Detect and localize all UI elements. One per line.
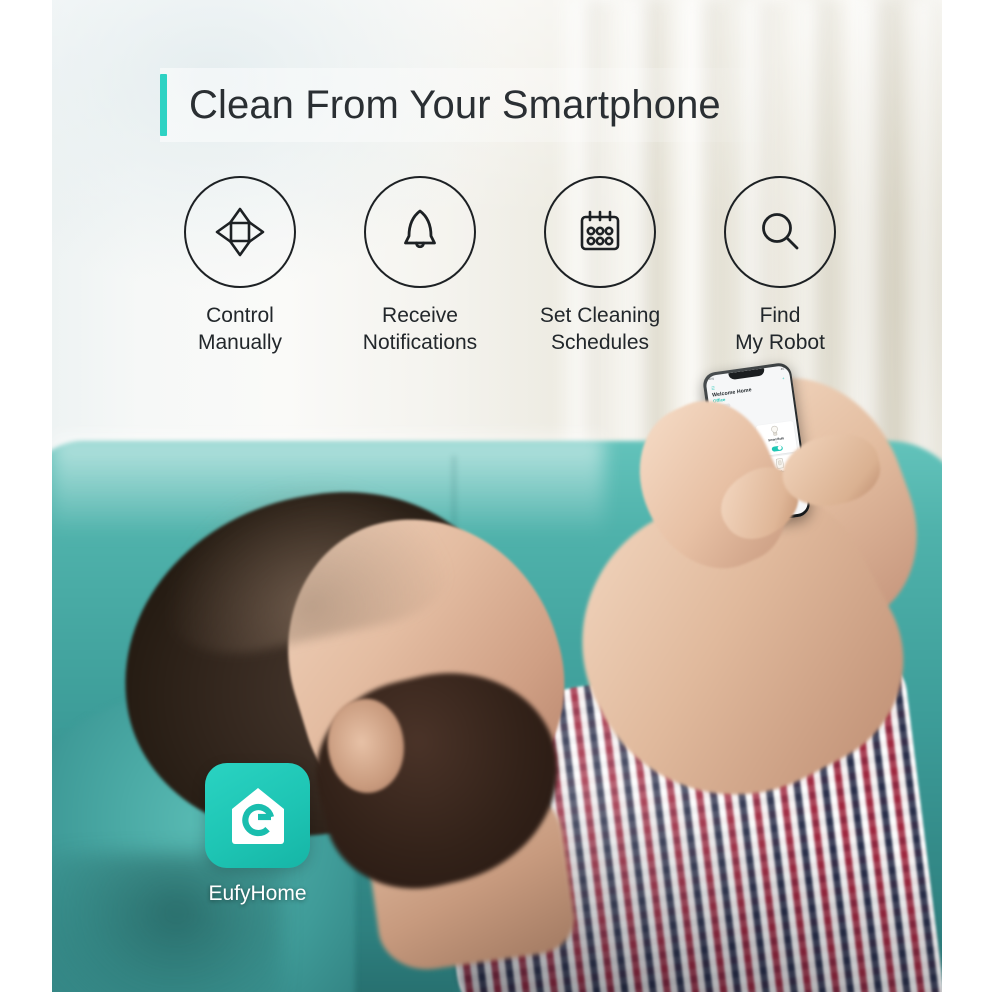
feature-label-line1: Control (206, 304, 274, 327)
feature-label-line1: Set Cleaning (539, 304, 661, 327)
feature-set-cleaning-schedules[interactable]: Set Cleaning Schedules (520, 176, 680, 357)
page-title: Clean From Your Smartphone (189, 82, 721, 127)
feature-label-line2: Manually (197, 331, 283, 355)
feature-label: Control Manually (198, 302, 282, 357)
feature-receive-notifications[interactable]: Receive Notifications (340, 176, 500, 357)
app-badge[interactable]: EufyHome (205, 763, 310, 906)
feature-row: Control Manually Receive Notifications S… (160, 176, 860, 357)
feature-icon-circle (184, 176, 296, 288)
feature-icon-circle (724, 176, 836, 288)
bell-icon (404, 209, 436, 249)
app-badge-label: EufyHome (208, 882, 307, 905)
feature-label-line1: Receive (382, 304, 458, 327)
feature-icon-circle (544, 176, 656, 288)
device-state: On (775, 441, 779, 445)
headline-block: Clean From Your Smartphone (160, 68, 781, 142)
add-device-icon[interactable]: + (782, 376, 785, 381)
accent-bar (160, 74, 167, 136)
feature-label: Find My Robot (735, 302, 825, 357)
feature-label-line2: Notifications (362, 331, 478, 355)
product-feature-image: 9:41 4G ☰ + Welcome Home Office Smart Bu… (0, 0, 1000, 1000)
feature-find-my-robot[interactable]: Find My Robot (700, 176, 860, 357)
device-toggle[interactable] (771, 445, 784, 453)
feature-icon-circle (364, 176, 476, 288)
feature-label-line2: My Robot (735, 331, 825, 355)
feature-label: Receive Notifications (363, 302, 477, 357)
status-signal: 4G (780, 367, 785, 371)
lifestyle-photo: 9:41 4G ☰ + Welcome Home Office Smart Bu… (52, 0, 942, 992)
feature-label-line1: Find (759, 304, 801, 327)
feature-control-manually[interactable]: Control Manually (160, 176, 320, 357)
bulb-icon (770, 426, 780, 437)
feature-label-line2: Schedules (550, 331, 650, 355)
eufy-home-logo[interactable] (205, 763, 310, 868)
status-time: 9:41 (709, 377, 715, 381)
dpad-icon (215, 207, 265, 257)
feature-label: Set Cleaning Schedules (540, 302, 660, 357)
magnifier-icon (762, 213, 799, 250)
menu-icon[interactable]: ☰ (711, 385, 715, 390)
calendar-icon (580, 210, 620, 251)
